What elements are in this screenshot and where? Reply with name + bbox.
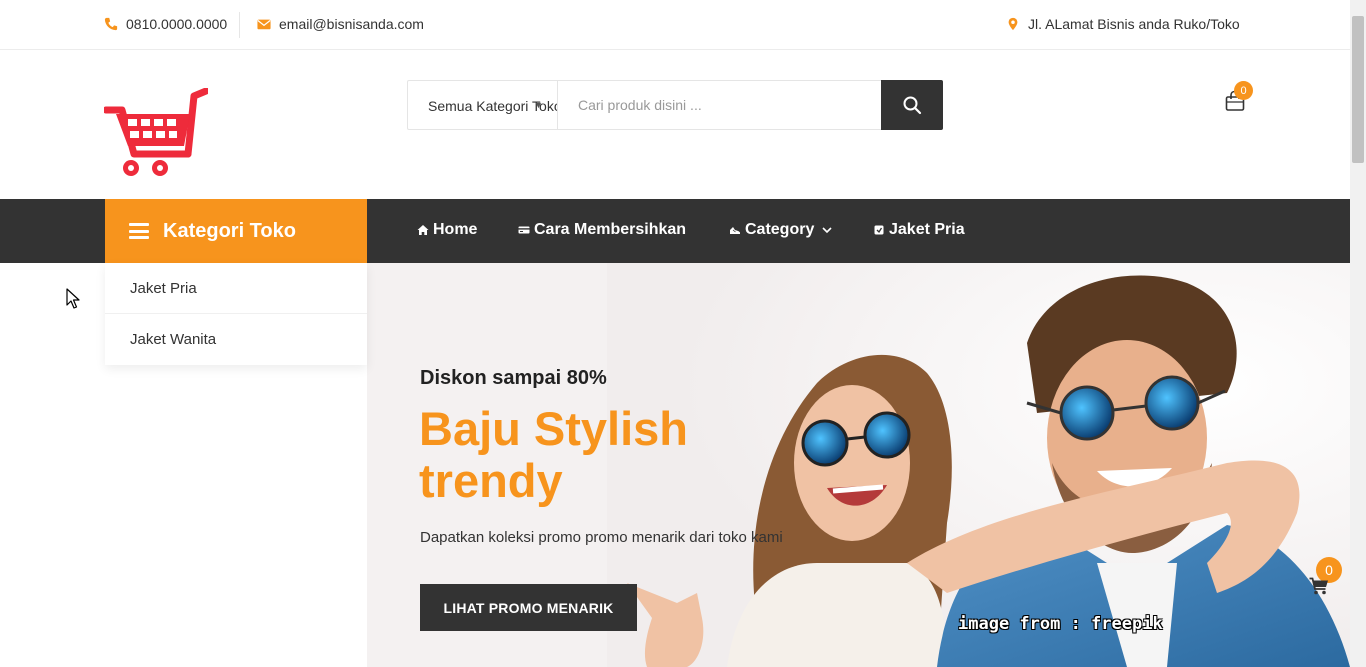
search-icon	[903, 96, 922, 115]
site-header: Semua Kategori Toko ▼ 0	[0, 50, 1350, 199]
divider	[239, 12, 240, 38]
address-text: Jl. ALamat Bisnis anda Ruko/Toko	[1028, 16, 1240, 32]
search-button[interactable]	[881, 80, 943, 130]
image-credit: image from : freepik	[958, 614, 1163, 634]
hero-subtitle: Diskon sampai 80%	[420, 367, 607, 389]
scrollbar-thumb[interactable]	[1352, 16, 1364, 163]
shoe-icon	[730, 227, 740, 234]
nav-item-cara-membersihkan[interactable]: Cara Membersihkan	[518, 221, 686, 239]
main-navigation: Kategori Toko Home Cara Membersihkan Cat…	[0, 199, 1350, 263]
nav-item-home[interactable]: Home	[417, 221, 477, 239]
tag-icon	[874, 225, 884, 235]
phone-number: 0810.0000.0000	[126, 16, 228, 32]
mouse-cursor-icon	[66, 288, 80, 309]
category-item-jaket-wanita[interactable]: Jaket Wanita	[105, 314, 367, 365]
phone-contact[interactable]: 0810.0000.0000	[104, 16, 227, 32]
hamburger-icon	[129, 223, 149, 239]
phone-icon	[104, 17, 118, 31]
search-input[interactable]	[558, 81, 881, 129]
nav-item-label: Jaket Pria	[889, 221, 965, 238]
nav-item-label: Home	[433, 221, 478, 238]
envelope-icon	[257, 19, 271, 30]
store-address: Jl. ALamat Bisnis anda Ruko/Toko	[1006, 16, 1240, 32]
email-address: email@bisnisanda.com	[279, 16, 424, 32]
card-icon	[518, 226, 530, 234]
category-menu-button[interactable]: Kategori Toko	[105, 199, 367, 263]
product-search-bar: Semua Kategori Toko ▼	[407, 80, 943, 130]
nav-item-jaket-pria[interactable]: Jaket Pria	[873, 221, 965, 239]
home-icon	[417, 225, 429, 235]
map-pin-icon	[1008, 17, 1018, 31]
top-info-bar: 0810.0000.0000 email@bisnisanda.com Jl. …	[0, 0, 1350, 50]
hero-title: Baju Stylish trendy	[419, 402, 689, 507]
nav-item-label: Cara Membersihkan	[534, 221, 687, 238]
category-item-jaket-pria[interactable]: Jaket Pria	[105, 263, 367, 314]
cart-count-badge: 0	[1234, 81, 1253, 100]
chevron-down-icon: ▼	[534, 100, 543, 110]
promo-button[interactable]: LIHAT PROMO MENARIK	[420, 584, 637, 631]
shopping-cart-icon[interactable]	[1309, 577, 1329, 595]
hero-banner: Diskon sampai 80% Baju Stylish trendy Da…	[367, 263, 1350, 667]
category-dropdown: Jaket Pria Jaket Wanita	[105, 263, 367, 365]
nav-item-category[interactable]: Category	[729, 221, 833, 239]
nav-item-label: Category	[745, 221, 815, 238]
email-contact[interactable]: email@bisnisanda.com	[257, 16, 424, 32]
hero-description: Dapatkan koleksi promo promo menarik dar…	[420, 529, 783, 546]
shopping-cart-logo[interactable]	[104, 88, 208, 180]
category-menu-label: Kategori Toko	[163, 219, 296, 242]
chevron-down-icon	[822, 227, 832, 234]
